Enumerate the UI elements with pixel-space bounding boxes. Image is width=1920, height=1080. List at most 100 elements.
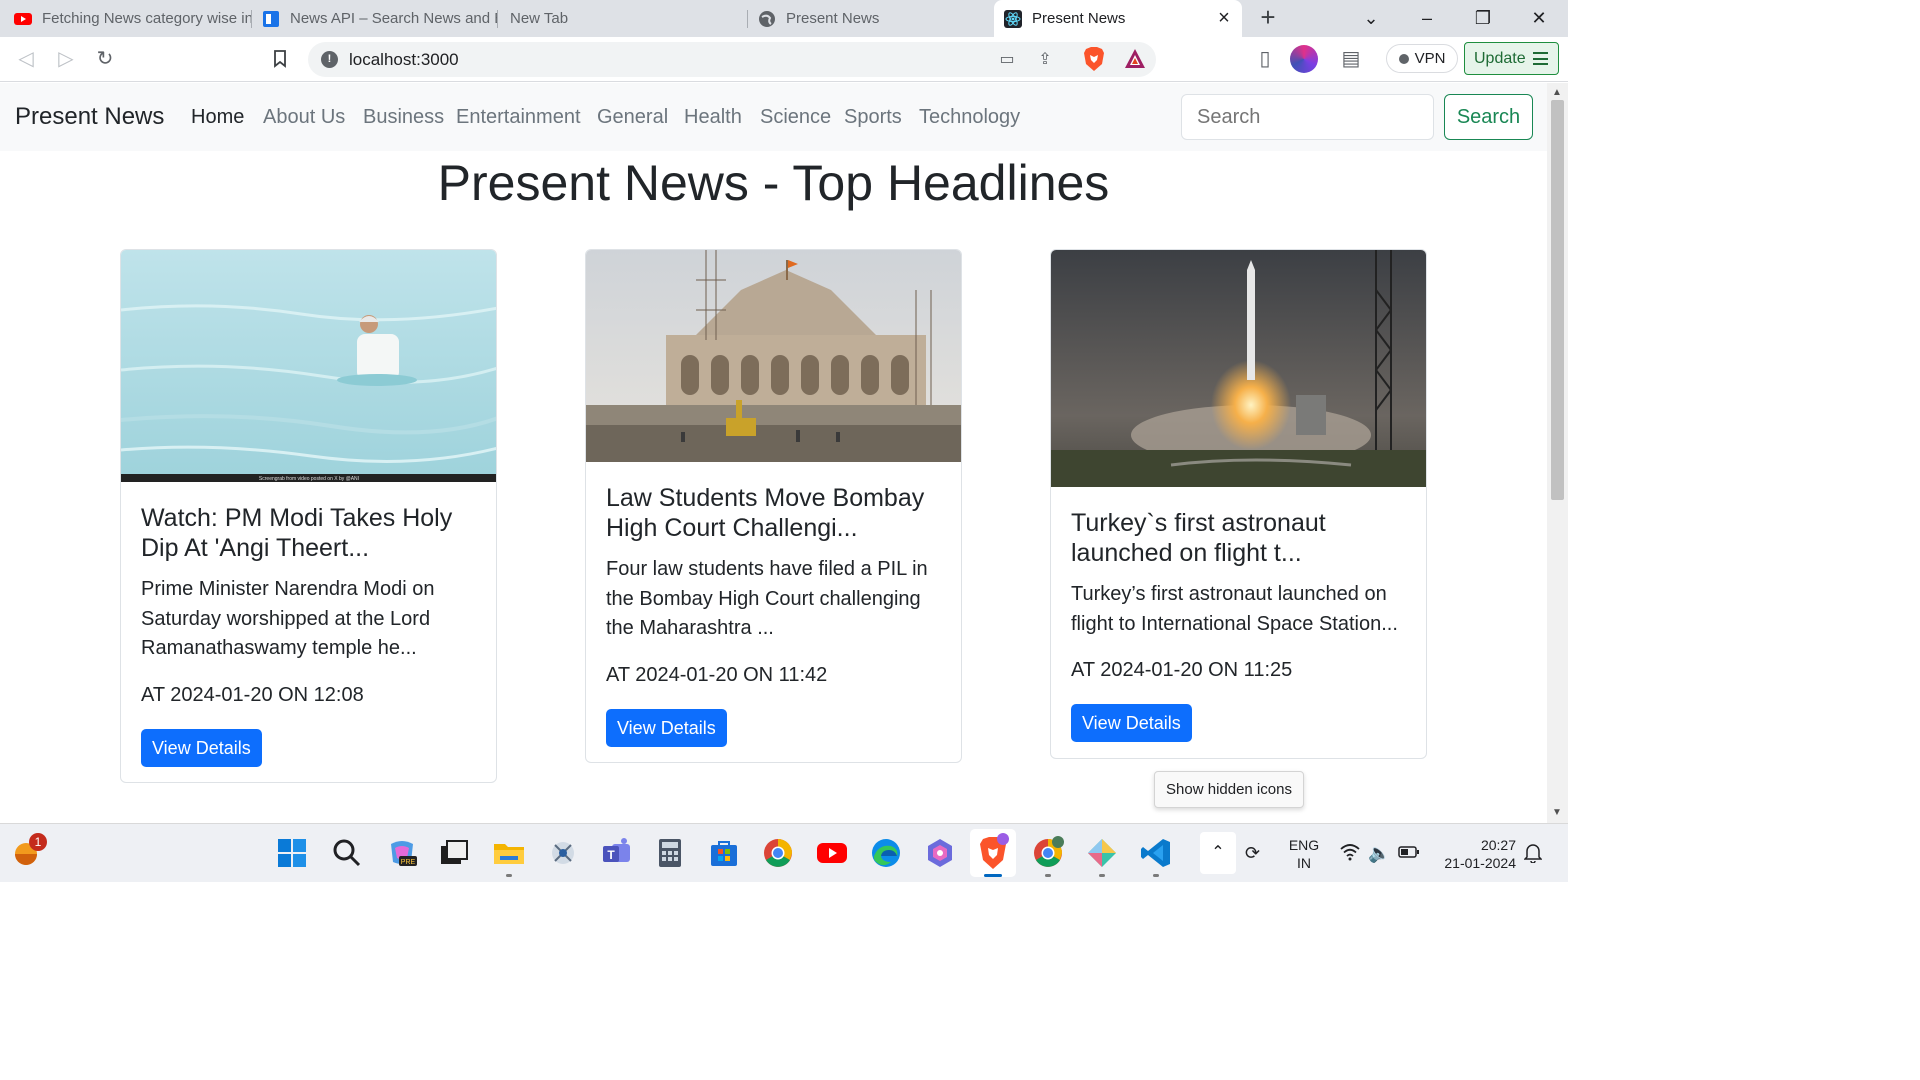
url-text: localhost:3000 (349, 50, 459, 69)
chrome-profile-icon[interactable] (1031, 836, 1065, 870)
search-input[interactable] (1181, 94, 1434, 140)
brave-rewards-icon[interactable] (1124, 48, 1146, 70)
volume-icon[interactable]: 🔈 (1368, 843, 1390, 864)
sync-icon[interactable]: ⟳ (1245, 843, 1260, 864)
search-button[interactable]: Search (1444, 94, 1533, 140)
page-scrollbar[interactable]: ▲ ▼ (1547, 83, 1568, 823)
tab-present-news-active[interactable]: Present News × (994, 0, 1242, 37)
calculator-icon[interactable] (653, 836, 687, 870)
weather-badge: 1 (29, 833, 47, 851)
task-view-icon[interactable] (437, 836, 471, 870)
language-indicator[interactable]: ENG IN (1284, 836, 1324, 872)
vpn-label: VPN (1414, 50, 1446, 67)
nav-home[interactable]: Home (191, 106, 244, 129)
language-code: ENG (1288, 837, 1320, 853)
browser-tab-strip: Fetching News category wise in News API … (0, 0, 1568, 37)
vpn-button[interactable]: VPN (1386, 44, 1458, 73)
news-card: Law Students Move Bombay High Court Chal… (585, 249, 962, 763)
nav-science[interactable]: Science (760, 106, 831, 129)
browser-toolbar: ◁ ▷ ↻ ! localhost:3000 ▭ ⇪ (0, 37, 1568, 82)
view-details-button[interactable]: View Details (606, 708, 727, 747)
image-caption: Screengrab from video posted on X by @AN… (259, 476, 359, 482)
battery-icon[interactable] (1398, 843, 1420, 864)
vscode-icon[interactable] (1139, 836, 1173, 870)
running-indicator (1153, 874, 1159, 877)
newsapi-icon (263, 10, 279, 27)
card-date: AT 2024-01-20 ON 11:42 (606, 663, 828, 686)
update-button[interactable]: Update (1464, 42, 1559, 75)
nav-health[interactable]: Health (684, 106, 742, 129)
tab-label: Present News (1032, 10, 1126, 27)
share-icon[interactable]: ⇪ (1034, 49, 1056, 71)
new-tab-icon[interactable]: + (1255, 4, 1281, 31)
reload-icon[interactable]: ↻ (93, 47, 117, 71)
show-hidden-icons-tooltip: Show hidden icons (1154, 771, 1304, 808)
wifi-icon[interactable] (1340, 843, 1360, 866)
sidebar-toggle-icon[interactable]: ▯ (1253, 47, 1277, 71)
snipping-tool-icon[interactable] (546, 836, 580, 870)
view-details-button[interactable]: View Details (1071, 704, 1192, 742)
react-icon (1004, 9, 1022, 28)
card-title: Turkey`s first astronaut launched on fli… (1071, 509, 1326, 567)
weather-widget-icon[interactable]: 1 (12, 833, 47, 868)
nav-general[interactable]: General (597, 106, 668, 129)
scroll-up-icon[interactable]: ▲ (1552, 87, 1562, 98)
show-hidden-icons-chevron-icon[interactable]: ⌃ (1200, 832, 1236, 874)
youtube-icon[interactable] (815, 836, 849, 870)
card-title: Law Students Move Bombay High Court Chal… (606, 484, 925, 542)
tab-search-chevron-icon[interactable]: ⌄ (1358, 7, 1384, 29)
copilot-icon[interactable]: PRE (385, 836, 419, 870)
system-clock[interactable]: 20:27 21-01-2024 (1432, 836, 1516, 872)
edge-icon[interactable] (869, 836, 903, 870)
navbar-brand[interactable]: Present News (15, 103, 164, 131)
view-details-button[interactable]: View Details (141, 728, 262, 767)
minimize-icon[interactable]: – (1414, 7, 1440, 29)
scroll-down-icon[interactable]: ▼ (1552, 807, 1562, 818)
nav-about-us[interactable]: About Us (263, 106, 345, 129)
tab-label: New Tab (510, 10, 569, 27)
start-icon[interactable] (275, 836, 309, 870)
close-tab-icon[interactable]: × (1214, 8, 1234, 28)
brave-shields-icon[interactable] (1083, 47, 1105, 71)
address-bar[interactable]: ! localhost:3000 ▭ ⇪ (308, 42, 1156, 77)
news-image (1051, 250, 1426, 487)
nav-sports[interactable]: Sports (844, 106, 902, 129)
back-icon[interactable]: ◁ (14, 47, 38, 71)
card-date: AT 2024-01-20 ON 12:08 (141, 683, 364, 706)
bookmark-icon[interactable] (268, 47, 292, 71)
menu-icon[interactable] (1533, 52, 1548, 65)
profile-avatar[interactable] (1290, 45, 1318, 73)
site-navbar: Present News Home About Us Business Ente… (0, 83, 1547, 151)
tab-label: Fetching News category wise in (42, 10, 252, 27)
photos-icon[interactable] (1085, 836, 1119, 870)
nav-entertainment[interactable]: Entertainment (456, 106, 581, 129)
scrollbar-thumb[interactable] (1551, 100, 1564, 500)
chrome-icon[interactable] (761, 836, 795, 870)
tab-label: Present News (786, 10, 880, 27)
wallet-icon[interactable]: ▤ (1339, 47, 1363, 71)
tab-new-tab[interactable]: New Tab (498, 0, 748, 37)
news-card: Turkey`s first astronaut launched on fli… (1050, 249, 1427, 759)
card-body: Law Students Move Bombay High Court Chal… (606, 483, 943, 747)
nav-technology[interactable]: Technology (919, 106, 1020, 129)
restore-icon[interactable]: ❐ (1470, 7, 1496, 29)
store-icon[interactable] (707, 836, 741, 870)
tab-present-news[interactable]: Present News (748, 0, 994, 37)
windows-taskbar: 1 PRE T ⌃ ⟳ ENG IN 🔈 20:27 21-01-2024 (0, 823, 1568, 882)
nav-business[interactable]: Business (363, 106, 444, 129)
tab-youtube[interactable]: Fetching News category wise in (0, 0, 252, 37)
tab-newsapi[interactable]: News API – Search News and B (252, 0, 498, 37)
site-info-icon[interactable]: ! (321, 51, 338, 68)
page-title: Present News - Top Headlines (437, 155, 1110, 211)
teams-icon[interactable]: T (600, 836, 634, 870)
forward-icon[interactable]: ▷ (54, 47, 78, 71)
notification-bell-icon[interactable] (1523, 843, 1543, 868)
cast-icon[interactable]: ▭ (996, 49, 1018, 71)
brave-taskbar-button[interactable] (970, 829, 1016, 877)
file-explorer-icon[interactable] (492, 836, 526, 870)
active-indicator (984, 874, 1002, 877)
news-image (586, 250, 961, 462)
search-icon[interactable] (330, 836, 364, 870)
close-window-icon[interactable]: ✕ (1526, 7, 1552, 29)
copilot-app-icon[interactable] (923, 836, 957, 870)
